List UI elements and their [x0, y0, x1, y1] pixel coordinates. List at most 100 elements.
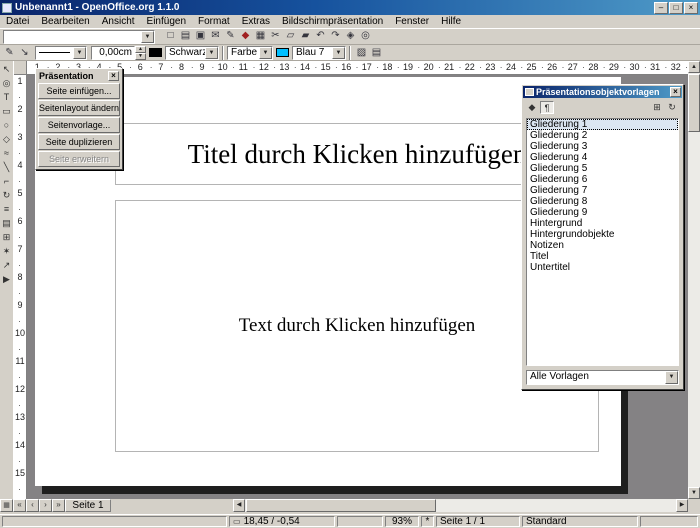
style-filter-combobox[interactable]: Alle Vorlagen ▼ — [526, 370, 679, 385]
effects-icon[interactable]: ✶ — [0, 245, 13, 258]
dropdown-arrow-icon[interactable]: ▼ — [205, 47, 218, 59]
menu-item[interactable]: Fenster — [389, 15, 435, 28]
new-document-icon[interactable]: □ — [163, 29, 178, 44]
style-list-item[interactable]: Hintergrund — [527, 218, 678, 229]
style-list-item[interactable]: Gliederung 6 — [527, 174, 678, 185]
page-tab[interactable]: Seite 1 — [65, 499, 111, 512]
redo-icon[interactable]: ↷ — [328, 29, 343, 44]
vertical-scrollbar[interactable]: ▲ ▼ — [688, 61, 700, 499]
arrange-icon[interactable]: ▤ — [0, 217, 13, 230]
shadow-icon[interactable]: ▨ — [354, 46, 369, 60]
save-icon[interactable]: ▣ — [193, 29, 208, 44]
line-color-value[interactable]: Schwarz — [166, 47, 205, 59]
style-list-item[interactable]: Gliederung 1 — [527, 119, 678, 130]
style-list-item[interactable]: Hintergrundobjekte — [527, 229, 678, 240]
palette-button[interactable]: Seitenlayout ändern... — [38, 100, 120, 116]
last-page-button[interactable]: » — [52, 499, 65, 512]
style-list-item[interactable]: Titel — [527, 251, 678, 262]
zoom-icon[interactable]: ◎ — [0, 77, 13, 90]
first-page-button[interactable]: « — [13, 499, 26, 512]
dropdown-arrow-icon[interactable]: ▼ — [259, 47, 272, 59]
edit-points-icon[interactable]: ✎ — [2, 46, 17, 60]
maximize-icon[interactable]: □ — [669, 2, 683, 14]
spin-down-icon[interactable]: ▼ — [135, 53, 146, 60]
menu-item[interactable]: Ansicht — [96, 15, 141, 28]
fill-color-value[interactable]: Blau 7 — [293, 47, 332, 59]
close-icon[interactable]: × — [670, 87, 681, 97]
navigator-icon[interactable]: ◈ — [343, 29, 358, 44]
zoom-icon[interactable]: ◎ — [358, 29, 373, 44]
line-color-combobox[interactable]: Schwarz ▼ — [165, 46, 219, 60]
presentation-palette[interactable]: Präsentation × Seite einfügen...Seitenla… — [35, 68, 123, 170]
fill-style-value[interactable]: Farbe — [228, 47, 259, 59]
interaction-icon[interactable]: ↗ — [0, 259, 13, 272]
style-list-item[interactable]: Gliederung 4 — [527, 152, 678, 163]
dropdown-arrow-icon[interactable]: ▼ — [73, 47, 86, 59]
menu-item[interactable]: Hilfe — [435, 15, 467, 28]
text-icon[interactable]: T — [0, 91, 13, 104]
vertical-scrollbar-thumb[interactable] — [688, 74, 700, 132]
style-list-item[interactable]: Notizen — [527, 240, 678, 251]
scroll-down-icon[interactable]: ▼ — [688, 487, 700, 499]
arrow-style-icon[interactable]: ↘ — [17, 46, 32, 60]
menu-item[interactable]: Einfügen — [141, 15, 192, 28]
rotate-icon[interactable]: ↻ — [0, 189, 13, 202]
palette-button[interactable]: Seite einfügen... — [38, 83, 120, 99]
horizontal-scrollbar-thumb[interactable] — [246, 499, 436, 512]
undo-icon[interactable]: ↶ — [313, 29, 328, 44]
update-style-icon[interactable]: ↻ — [665, 101, 679, 114]
style-list-item[interactable]: Gliederung 3 — [527, 141, 678, 152]
palette-button[interactable]: Seitenvorlage... — [38, 117, 120, 133]
presentation-icon[interactable]: ▶ — [0, 273, 13, 286]
curve-icon[interactable]: ≈ — [0, 147, 13, 160]
connector-icon[interactable]: ⌐ — [0, 175, 13, 188]
style-list-item[interactable]: Gliederung 2 — [527, 130, 678, 141]
copy-icon[interactable]: ▱ — [283, 29, 298, 44]
previous-page-button[interactable]: ‹ — [26, 499, 39, 512]
spin-up-icon[interactable]: ▲ — [135, 46, 146, 53]
horizontal-ruler[interactable]: 1234567891011121314151617181920212223242… — [27, 61, 688, 75]
open-icon[interactable]: ▤ — [178, 29, 193, 44]
status-zoom-field[interactable]: 93% — [385, 516, 419, 527]
close-icon[interactable]: × — [684, 2, 698, 14]
document-email-icon[interactable]: ✉ — [208, 29, 223, 44]
url-input[interactable] — [4, 31, 141, 43]
paste-icon[interactable]: ▰ — [298, 29, 313, 44]
line-icon[interactable]: ╲ — [0, 161, 13, 174]
fill-color-combobox[interactable]: Blau 7 ▼ — [292, 46, 346, 60]
close-icon[interactable]: × — [108, 71, 119, 81]
palette-button[interactable]: Seite erweitern — [38, 151, 120, 167]
url-combobox[interactable]: ▼ — [3, 30, 155, 44]
corner-button[interactable]: ▦ — [0, 499, 13, 512]
scroll-right-icon[interactable]: ▶ — [676, 499, 688, 512]
style-list-item[interactable]: Gliederung 5 — [527, 163, 678, 174]
alignment-icon[interactable]: ≡ — [0, 203, 13, 216]
style-list-item[interactable]: Gliederung 9 — [527, 207, 678, 218]
style-list-item[interactable]: Untertitel — [527, 262, 678, 273]
scroll-up-icon[interactable]: ▲ — [688, 61, 700, 73]
line-width-value[interactable]: 0,00cm — [91, 46, 135, 60]
menu-item[interactable]: Bearbeiten — [35, 15, 95, 28]
menu-item[interactable]: Extras — [236, 15, 276, 28]
status-position-field[interactable]: ▭ 18,45 / -0,54 — [229, 516, 335, 527]
stylist-titlebar[interactable]: Präsentationsobjektvorlagen × — [523, 86, 682, 98]
presentation-palette-titlebar[interactable]: Präsentation × — [38, 70, 120, 82]
dropdown-arrow-icon[interactable]: ▼ — [141, 31, 154, 43]
ellipse-icon[interactable]: ○ — [0, 119, 13, 132]
select-icon[interactable]: ↖ — [0, 63, 13, 76]
style-filter-value[interactable]: Alle Vorlagen — [527, 371, 665, 384]
line-width-field[interactable]: 0,00cm ▲ ▼ — [91, 46, 146, 60]
edit-file-icon[interactable]: ✎ — [223, 29, 238, 44]
palette-button[interactable]: Seite duplizieren — [38, 134, 120, 150]
dropdown-arrow-icon[interactable]: ▼ — [665, 371, 678, 384]
status-page-field[interactable]: Seite 1 / 1 — [436, 516, 520, 527]
object3d-icon[interactable]: ◇ — [0, 133, 13, 146]
print-icon[interactable]: ▦ — [253, 29, 268, 44]
minimize-icon[interactable]: – — [654, 2, 668, 14]
menu-item[interactable]: Datei — [0, 15, 35, 28]
style-list-item[interactable]: Gliederung 7 — [527, 185, 678, 196]
status-style-field[interactable]: Standard — [522, 516, 638, 527]
stylist-window[interactable]: Präsentationsobjektvorlagen × ◆¶ ⊞↻ Glie… — [521, 84, 684, 390]
scroll-left-icon[interactable]: ◀ — [233, 499, 245, 512]
cut-icon[interactable]: ✂ — [268, 29, 283, 44]
